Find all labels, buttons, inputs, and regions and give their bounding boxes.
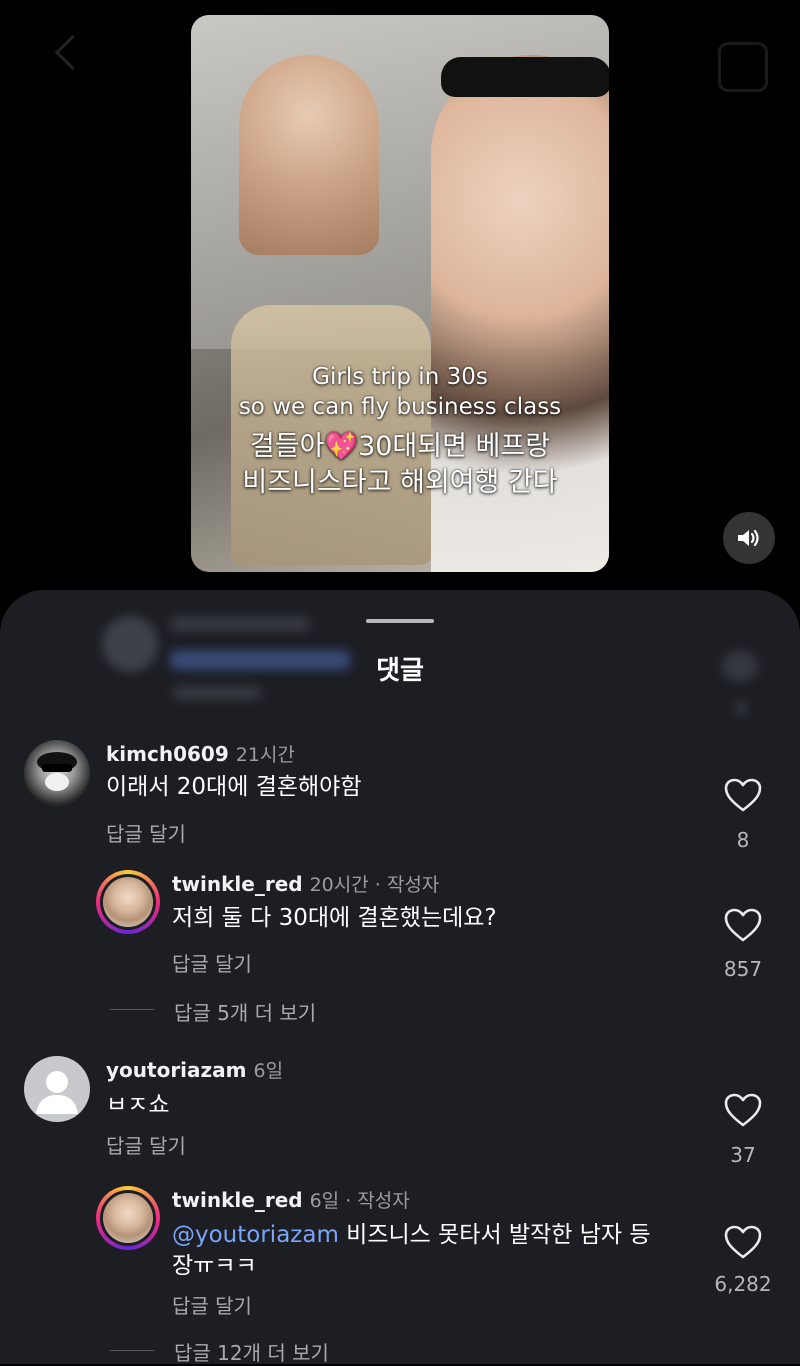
comment-text: @youtoriazam 비즈니스 못타서 발작한 남자 등장ㅠㅋㅋ <box>172 1220 702 1282</box>
like-count: 37 <box>730 1143 756 1167</box>
speaker-icon <box>738 529 759 547</box>
avatar[interactable] <box>24 740 90 806</box>
comment-time: 20시간 <box>309 874 369 896</box>
author-badge: · 작성자 <box>368 874 440 896</box>
video-sunglasses <box>441 57 609 97</box>
like-count: 857 <box>723 957 763 981</box>
mute-button[interactable] <box>723 512 775 564</box>
like-count: 8 <box>736 828 750 852</box>
back-icon[interactable] <box>54 34 91 71</box>
comments-sheet: 댓글 kimch0609 21시간 이래서 20대에 결혼해야함 답글 달기 8… <box>0 590 800 1366</box>
comment-username[interactable]: youtoriazam 6일 <box>106 1056 283 1083</box>
heart-icon[interactable] <box>723 1224 763 1260</box>
comment-time: 6일 <box>309 1190 340 1212</box>
comment-time: 21시간 <box>235 744 295 766</box>
profile-photo <box>103 877 153 927</box>
username-text[interactable]: twinkle_red <box>172 872 303 896</box>
heart-icon[interactable] <box>723 1092 763 1128</box>
caption-text: 30대되면 베프랑 <box>358 431 551 462</box>
video-caption-line2: so we can fly business class <box>238 394 562 420</box>
story-ring <box>100 1190 156 1246</box>
avatar[interactable] <box>96 870 160 934</box>
default-user-icon <box>36 1071 78 1114</box>
divider <box>110 1009 154 1010</box>
comment-username[interactable]: twinkle_red 6일 · 작성자 <box>172 1186 410 1213</box>
video-person-left <box>239 55 379 255</box>
view-more-replies[interactable]: 답글 5개 더 보기 <box>174 997 316 1026</box>
comment-text: 이래서 20대에 결혼해야함 <box>106 774 362 800</box>
blurred-username <box>170 616 310 632</box>
masked-face-icon <box>37 752 77 791</box>
like-count: 6,282 <box>714 1272 772 1296</box>
heart-icon[interactable] <box>723 907 763 943</box>
reply-button[interactable]: 답글 달기 <box>172 1290 252 1319</box>
sheet-drag-handle[interactable] <box>366 619 434 623</box>
username-text[interactable]: twinkle_red <box>172 1188 303 1212</box>
avatar[interactable] <box>24 1056 90 1122</box>
author-badge: · 작성자 <box>339 1190 410 1212</box>
caption-text: 걸들아 <box>249 431 325 462</box>
video-caption-line4: 비즈니스타고 해외여행 간다 <box>242 467 558 498</box>
blurred-like-count <box>736 700 746 716</box>
comment-username[interactable]: twinkle_red 20시간 · 작성자 <box>172 870 439 897</box>
video-caption-line3: 걸들아💖30대되면 베프랑 <box>191 424 609 463</box>
comment-text-part: 장ㅠㅋㅋ <box>172 1253 257 1279</box>
mention-link[interactable]: @youtoriazam <box>172 1222 339 1248</box>
heart-icon[interactable] <box>723 777 763 813</box>
reply-button[interactable]: 답글 달기 <box>106 818 186 847</box>
comment-time: 6일 <box>253 1060 284 1082</box>
comment-text: 저희 둘 다 30대에 결혼했는데요? <box>172 905 497 931</box>
story-ring <box>100 874 156 930</box>
profile-photo <box>103 1193 153 1243</box>
camera-icon[interactable] <box>718 42 768 92</box>
reply-button[interactable]: 답글 달기 <box>106 1130 186 1159</box>
view-more-replies[interactable]: 답글 12개 더 보기 <box>174 1337 329 1366</box>
video-caption-line1: Girls trip in 30s <box>312 364 488 390</box>
blurred-reply <box>172 686 262 700</box>
username-text[interactable]: kimch0609 <box>106 742 229 766</box>
username-text[interactable]: youtoriazam <box>106 1058 247 1082</box>
sparkling-heart-icon: 💖 <box>324 431 359 462</box>
sheet-title: 댓글 <box>376 656 424 686</box>
comment-text: ㅂㅈ쇼 <box>106 1092 170 1118</box>
reply-button[interactable]: 답글 달기 <box>172 948 252 977</box>
comment-username[interactable]: kimch0609 21시간 <box>106 740 295 767</box>
comment-text-part: 비즈니스 못타서 발작한 남자 등 <box>338 1222 651 1248</box>
divider <box>110 1350 154 1351</box>
avatar[interactable] <box>96 1186 160 1250</box>
